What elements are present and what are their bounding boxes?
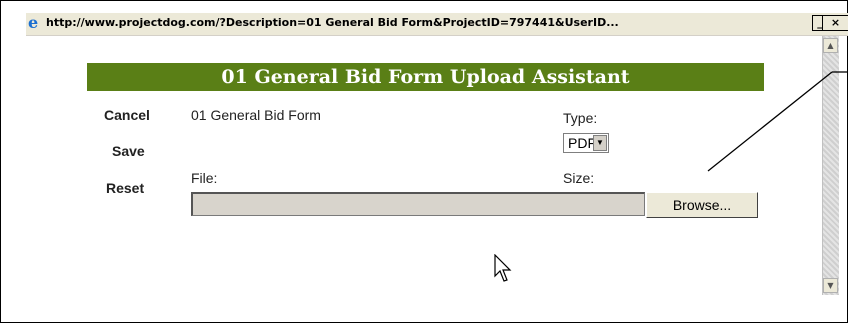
reset-link[interactable]: Reset <box>106 180 144 196</box>
cancel-link[interactable]: Cancel <box>104 107 150 123</box>
scroll-down-button[interactable]: ▼ <box>823 278 838 293</box>
ie-icon: e <box>28 13 39 32</box>
upload-assistant-header: 01 General Bid Form Upload Assistant <box>87 63 764 91</box>
size-label: Size: <box>563 170 595 186</box>
mouse-cursor-icon <box>494 254 512 282</box>
close-button[interactable]: × <box>822 15 848 31</box>
scroll-up-button[interactable]: ▲ <box>823 38 838 53</box>
document-description: 01 General Bid Form <box>191 107 321 123</box>
browse-button[interactable]: Browse... <box>646 192 758 218</box>
type-label: Type: <box>563 110 598 126</box>
file-label: File: <box>191 170 218 186</box>
type-select[interactable]: PDF ▼ <box>563 133 609 153</box>
type-select-value: PDF <box>568 135 596 151</box>
window-title: http://www.projectdog.com/?Description=0… <box>46 16 619 29</box>
save-link[interactable]: Save <box>112 143 145 159</box>
file-path-input[interactable] <box>191 192 645 216</box>
window-titlebar[interactable]: e http://www.projectdog.com/?Description… <box>26 13 848 36</box>
vertical-scrollbar[interactable]: ▲ ▼ <box>822 36 839 295</box>
chevron-down-icon[interactable]: ▼ <box>593 135 607 151</box>
